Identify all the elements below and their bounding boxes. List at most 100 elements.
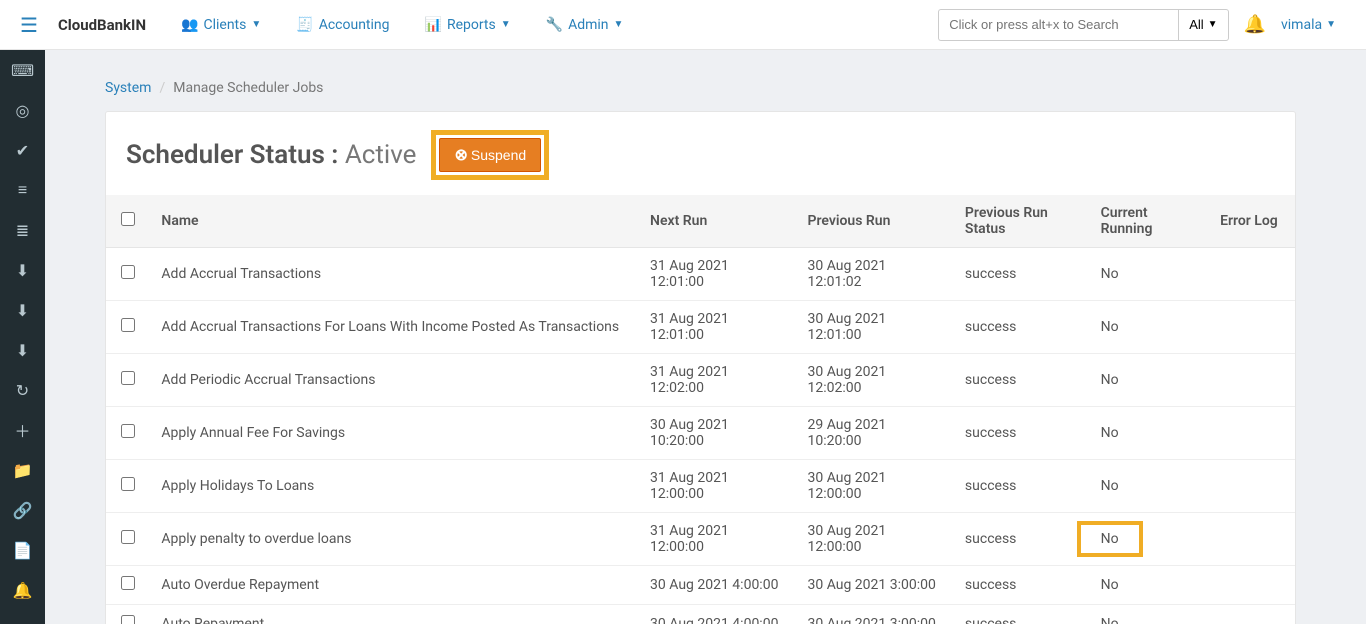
- close-circle-icon: ⊗: [454, 145, 467, 165]
- sidebar-item-6[interactable]: ⬇: [0, 290, 45, 330]
- title-prefix: Scheduler Status :: [126, 140, 338, 170]
- cell-prev-run: 30 Aug 2021 3:00:00: [795, 566, 952, 605]
- caret-down-icon: ▼: [251, 19, 261, 30]
- nav-clients[interactable]: 👥 Clients ▼: [166, 7, 276, 43]
- sidebar-item-7[interactable]: ⬇: [0, 330, 45, 370]
- cell-next-run: 31 Aug 2021 12:01:00: [638, 248, 795, 301]
- cell-next-run: 30 Aug 2021 4:00:00: [638, 605, 795, 624]
- cell-next-run: 31 Aug 2021 12:02:00: [638, 354, 795, 407]
- jobs-table: Name Next Run Previous Run Previous Run …: [106, 195, 1295, 624]
- sidebar-item-9[interactable]: ＋: [0, 410, 45, 450]
- col-checkbox: [106, 195, 149, 248]
- nav-accounting[interactable]: 🧾 Accounting: [281, 7, 404, 43]
- sidebar-item-4[interactable]: ≣: [0, 210, 45, 250]
- cell-prev-status: success: [953, 301, 1089, 354]
- cell-next-run: 31 Aug 2021 12:01:00: [638, 301, 795, 354]
- row-checkbox[interactable]: [121, 424, 135, 438]
- table-row: Apply penalty to overdue loans31 Aug 202…: [106, 513, 1295, 566]
- cell-name[interactable]: Auto Overdue Repayment: [149, 566, 638, 605]
- cell-error-log: [1208, 566, 1295, 605]
- cell-error-log: [1208, 407, 1295, 460]
- sidebar-item-1[interactable]: ◎: [0, 90, 45, 130]
- cell-prev-run: 30 Aug 2021 3:00:00: [795, 605, 952, 624]
- search-filter-button[interactable]: All ▼: [1178, 9, 1228, 41]
- sidebar-item-10[interactable]: 📁: [0, 450, 45, 490]
- cell-error-log: [1208, 248, 1295, 301]
- table-row: Apply Holidays To Loans31 Aug 2021 12:00…: [106, 460, 1295, 513]
- caret-down-icon: ▼: [614, 19, 624, 30]
- col-current-running: Current Running: [1089, 195, 1208, 248]
- nav-label: Clients: [203, 17, 246, 33]
- cell-name[interactable]: Apply Holidays To Loans: [149, 460, 638, 513]
- cell-prev-run: 30 Aug 2021 12:01:02: [795, 248, 952, 301]
- cell-error-log: [1208, 605, 1295, 624]
- select-all-checkbox[interactable]: [121, 212, 135, 226]
- sidebar-item-12[interactable]: 📄: [0, 530, 45, 570]
- cell-next-run: 30 Aug 2021 10:20:00: [638, 407, 795, 460]
- row-checkbox[interactable]: [121, 477, 135, 491]
- current-running-highlight: No: [1079, 523, 1141, 555]
- row-checkbox[interactable]: [121, 530, 135, 544]
- top-nav: ☰ CloudBankIN 👥 Clients ▼ 🧾 Accounting 📊…: [0, 0, 1366, 50]
- brand-logo: CloudBankIN: [48, 16, 166, 34]
- user-menu[interactable]: vimala ▼: [1281, 17, 1336, 33]
- cell-next-run: 31 Aug 2021 12:00:00: [638, 513, 795, 566]
- cell-prev-status: success: [953, 460, 1089, 513]
- nav-admin[interactable]: 🔧 Admin ▼: [531, 7, 639, 43]
- caret-down-icon: ▼: [1326, 19, 1336, 30]
- cell-prev-run: 30 Aug 2021 12:02:00: [795, 354, 952, 407]
- sidebar-item-2[interactable]: ✔: [0, 130, 45, 170]
- caret-down-icon: ▼: [1208, 19, 1218, 30]
- sidebar-item-11[interactable]: 🔗: [0, 490, 45, 530]
- caret-down-icon: ▼: [501, 19, 511, 30]
- sidebar-item-5[interactable]: ⬇: [0, 250, 45, 290]
- cell-current-running: No: [1089, 407, 1208, 460]
- row-checkbox[interactable]: [121, 615, 135, 624]
- cell-error-log: [1208, 513, 1295, 566]
- cell-prev-status: success: [953, 513, 1089, 566]
- cell-prev-run: 30 Aug 2021 12:00:00: [795, 513, 952, 566]
- cell-error-log: [1208, 354, 1295, 407]
- menu-toggle-icon[interactable]: ☰: [10, 13, 48, 37]
- nav-label: Reports: [447, 17, 496, 33]
- search-group: All ▼: [938, 9, 1228, 41]
- row-checkbox[interactable]: [121, 576, 135, 590]
- top-menu: 👥 Clients ▼ 🧾 Accounting 📊 Reports ▼ 🔧 A…: [166, 7, 638, 43]
- cell-name[interactable]: Add Accrual Transactions: [149, 248, 638, 301]
- search-input[interactable]: [938, 9, 1178, 41]
- page-title: Scheduler Status : Active: [126, 140, 416, 170]
- cell-prev-run: 30 Aug 2021 12:01:00: [795, 301, 952, 354]
- nav-reports[interactable]: 📊 Reports ▼: [410, 7, 526, 43]
- table-row: Apply Annual Fee For Savings30 Aug 2021 …: [106, 407, 1295, 460]
- cell-prev-run: 29 Aug 2021 10:20:00: [795, 407, 952, 460]
- cell-current-running: No: [1089, 605, 1208, 624]
- cell-name[interactable]: Auto Repayment: [149, 605, 638, 624]
- cell-next-run: 31 Aug 2021 12:00:00: [638, 460, 795, 513]
- cell-error-log: [1208, 460, 1295, 513]
- breadcrumb-current: Manage Scheduler Jobs: [173, 80, 323, 96]
- cell-name[interactable]: Apply penalty to overdue loans: [149, 513, 638, 566]
- cell-name[interactable]: Add Periodic Accrual Transactions: [149, 354, 638, 407]
- scheduler-status-value: Active: [345, 140, 417, 170]
- suspend-button[interactable]: ⊗ Suspend: [439, 138, 541, 172]
- notifications-icon[interactable]: 🔔: [1244, 14, 1266, 35]
- sidebar-item-13[interactable]: 🔔: [0, 570, 45, 610]
- sidebar: ⌨◎✔≡≣⬇⬇⬇↻＋📁🔗📄🔔: [0, 50, 45, 624]
- search-filter-label: All: [1189, 17, 1203, 32]
- row-checkbox[interactable]: [121, 318, 135, 332]
- row-checkbox[interactable]: [121, 265, 135, 279]
- topnav-right: All ▼ 🔔 vimala ▼: [938, 9, 1356, 41]
- cell-name[interactable]: Add Accrual Transactions For Loans With …: [149, 301, 638, 354]
- cell-name[interactable]: Apply Annual Fee For Savings: [149, 407, 638, 460]
- sidebar-item-8[interactable]: ↻: [0, 370, 45, 410]
- nav-label: Admin: [568, 17, 608, 33]
- sidebar-item-3[interactable]: ≡: [0, 170, 45, 210]
- sidebar-item-0[interactable]: ⌨: [0, 50, 45, 90]
- row-checkbox[interactable]: [121, 371, 135, 385]
- col-name: Name: [149, 195, 638, 248]
- table-row: Add Periodic Accrual Transactions31 Aug …: [106, 354, 1295, 407]
- nav-label: Accounting: [319, 17, 390, 33]
- cell-current-running: No: [1089, 248, 1208, 301]
- cell-prev-run: 30 Aug 2021 12:00:00: [795, 460, 952, 513]
- breadcrumb-root[interactable]: System: [105, 80, 151, 96]
